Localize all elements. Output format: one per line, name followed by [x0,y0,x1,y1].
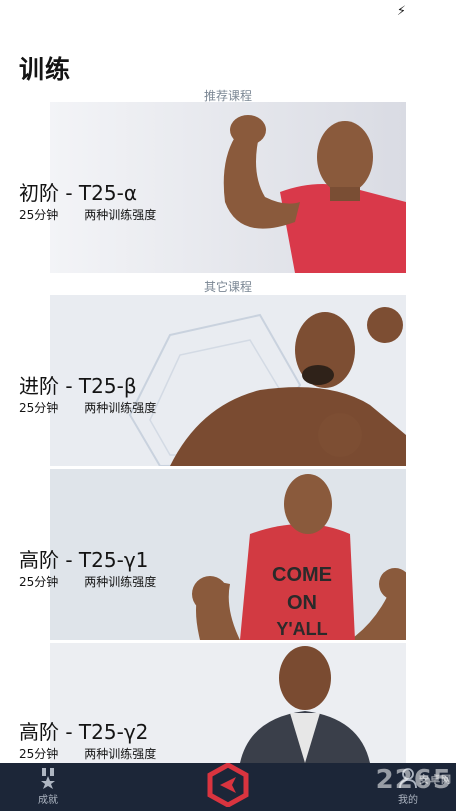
course-card-gamma1[interactable]: COME ON Y'ALL 高阶 - T25-γ1 25分钟 两种训练强度 [0,469,456,640]
course-duration: 25分钟 [19,208,59,222]
charging-icon: ⚡ [396,4,406,19]
shirt-text-2: ON [287,592,317,614]
app-logo-icon [207,763,249,807]
tab-train[interactable] [198,763,258,811]
course-intensity: 两种训练强度 [84,208,157,222]
page-title: 训练 [19,55,72,84]
course-duration: 25分钟 [19,575,59,589]
course-duration: 25分钟 [19,747,59,761]
course-intensity: 两种训练强度 [84,575,157,589]
medal-icon [41,768,55,789]
shirt-text-1: COME [272,564,332,586]
course-meta: 25分钟 两种训练强度 [19,573,182,590]
course-title: 高阶 - T25-γ1 [19,548,149,572]
course-card-alpha[interactable]: 初阶 - T25-α 25分钟 两种训练强度 [0,102,456,273]
tab-bar: 成就 我的 2265 安卓网 [0,763,456,811]
course-title: 进阶 - T25-β [19,374,137,398]
course-duration: 25分钟 [19,401,59,415]
course-meta: 25分钟 两种训练强度 [19,745,182,762]
section-label-other: 其它课程 [203,280,252,294]
course-meta: 25分钟 两种训练强度 [19,399,182,416]
course-card-beta[interactable]: 进阶 - T25-β 25分钟 两种训练强度 [0,295,456,466]
course-intensity: 两种训练强度 [84,401,157,415]
course-title: 高阶 - T25-γ2 [19,720,149,744]
shirt-text-3: Y'ALL [276,619,327,639]
tab-achievements-label: 成就 [38,795,58,806]
tab-achievements[interactable]: 成就 [20,763,76,811]
course-meta: 25分钟 两种训练强度 [19,206,182,223]
course-card-gamma2[interactable]: 高阶 - T25-γ2 25分钟 两种训练强度 [0,643,456,763]
status-bar: ⚡ [0,0,456,26]
course-title: 初阶 - T25-α [19,181,137,205]
watermark: 2265 安卓网 [375,765,452,795]
course-intensity: 两种训练强度 [84,747,157,761]
